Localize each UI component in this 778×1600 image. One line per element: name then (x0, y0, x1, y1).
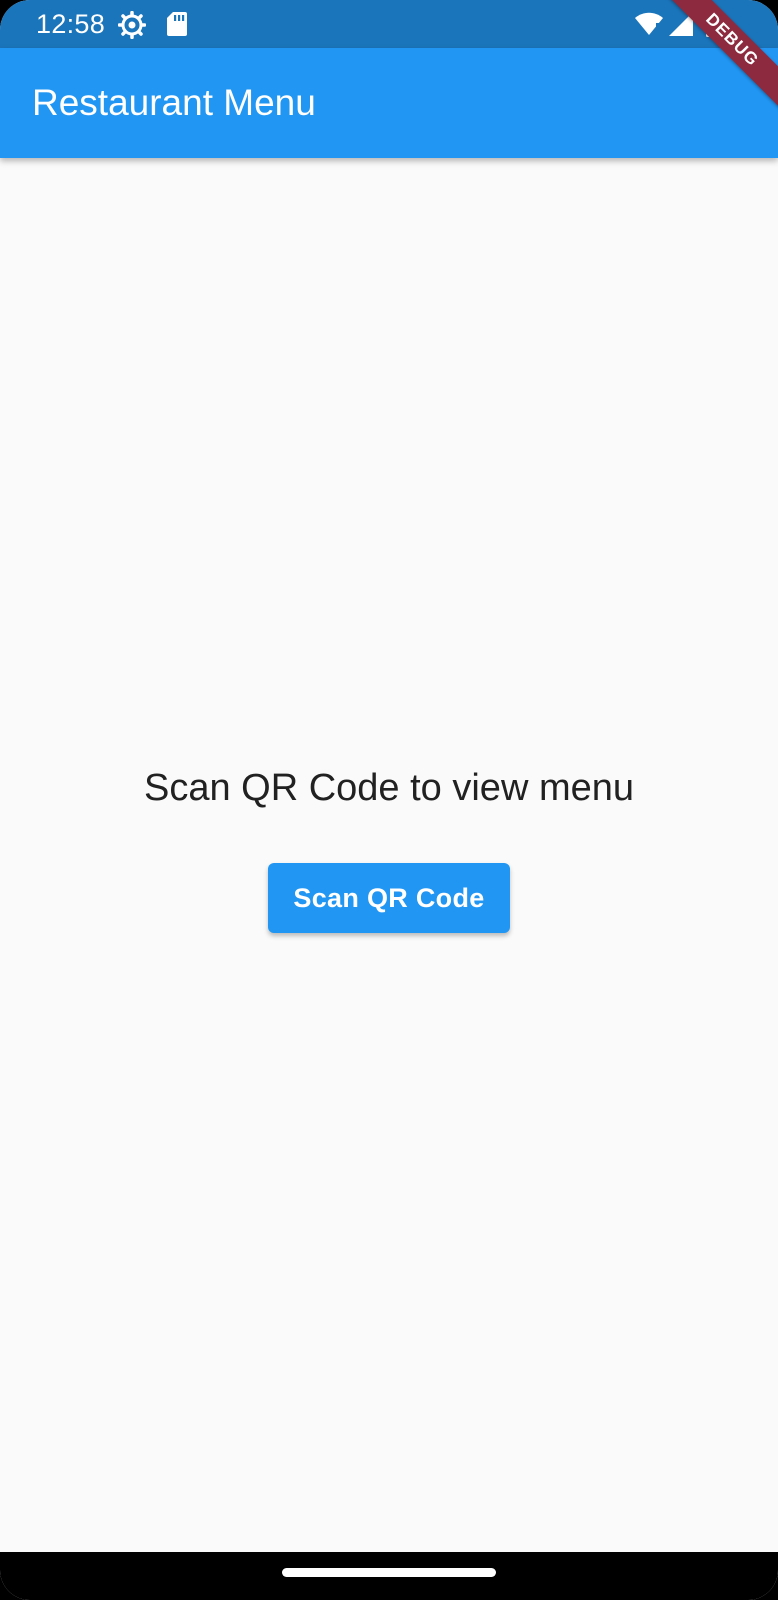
scan-qr-code-button[interactable]: Scan QR Code (268, 863, 510, 933)
phone-screen: 12:58 DEBUG Restaurant Menu Scan QR Code… (0, 0, 778, 1600)
home-gesture-handle[interactable] (282, 1568, 496, 1577)
wifi-icon (634, 12, 664, 41)
sd-card-icon (166, 11, 188, 42)
status-time: 12:58 (36, 9, 106, 39)
main-content: Scan QR Code to view menu Scan QR Code (0, 158, 778, 1552)
status-bar: 12:58 (0, 0, 778, 48)
scan-instruction-text: Scan QR Code to view menu (143, 767, 634, 809)
system-navigation-bar (0, 1552, 778, 1600)
page-title: Restaurant Menu (32, 82, 316, 123)
app-bar: Restaurant Menu (0, 48, 778, 158)
settings-gear-icon (117, 10, 147, 44)
